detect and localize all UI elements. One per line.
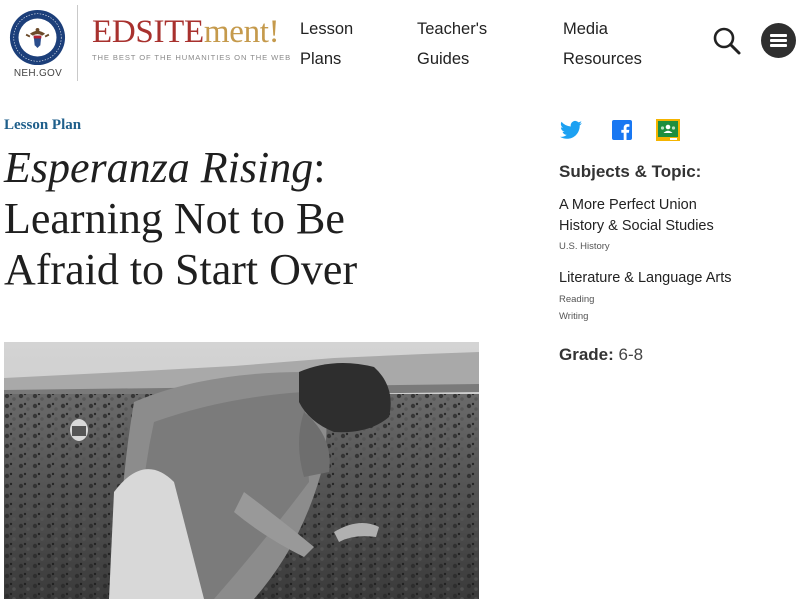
title-line-3: Afraid to Start Over	[4, 245, 358, 294]
topic-link-reading[interactable]: Reading	[559, 294, 594, 305]
topic-link-us-history[interactable]: U.S. History	[559, 241, 610, 252]
nav-teachers-guides-line1: Teacher's	[417, 20, 488, 38]
nav-lesson-plans[interactable]: Lesson Plans	[300, 14, 410, 74]
hamburger-menu-icon[interactable]	[761, 23, 796, 58]
hero-photo-farm-worker	[4, 342, 479, 599]
subject-link-history-social-studies[interactable]: History & Social Studies	[559, 218, 714, 234]
page-title: Esperanza Rising: Learning Not to Be Afrai…	[4, 142, 504, 295]
subjects-heading: Subjects & Topic:	[559, 162, 702, 181]
nav-media-resources-line1: Media	[563, 20, 608, 38]
nav-media-resources[interactable]: Media Resources	[563, 14, 673, 74]
brand-part-ment: ment!	[203, 14, 280, 50]
nav-teachers-guides-line2: Guides	[417, 50, 470, 68]
site-header: NEH.GOV EDSITEment! THE BEST OF THE HUMA…	[0, 0, 800, 84]
nav-lesson-plans-line1: Lesson	[300, 20, 354, 38]
facebook-icon[interactable]	[609, 118, 635, 142]
subject-link-perfect-union[interactable]: A More Perfect Union	[559, 197, 697, 213]
nav-lesson-plans-line2: Plans	[300, 50, 342, 68]
header-divider	[77, 5, 78, 81]
topic-link-writing[interactable]: Writing	[559, 311, 588, 322]
twitter-icon[interactable]	[558, 118, 584, 142]
nav-teachers-guides[interactable]: Teacher's Guides	[417, 14, 527, 74]
neh-seal-logo[interactable]	[9, 9, 66, 66]
subject-link-literature-language-arts[interactable]: Literature & Language Arts	[559, 270, 732, 286]
grade-level: Grade: 6-8	[559, 345, 643, 365]
search-icon[interactable]	[712, 26, 742, 56]
grade-label: Grade:	[559, 345, 614, 364]
agency-label[interactable]: NEH.GOV	[8, 68, 68, 79]
title-line-2: Learning Not to Be	[4, 194, 345, 243]
grade-value: 6-8	[618, 345, 644, 364]
brand-part-edsite: EDSITE	[92, 14, 204, 50]
title-book-name: Esperanza Rising	[4, 143, 314, 192]
content-type-label: Lesson Plan	[4, 117, 82, 133]
google-classroom-icon[interactable]	[655, 118, 681, 142]
edsitement-logo[interactable]: EDSITEment!	[92, 14, 280, 50]
title-colon: :	[313, 143, 326, 192]
nav-media-resources-line2: Resources	[563, 50, 642, 68]
site-tagline: THE BEST OF THE HUMANITIES ON THE WEB	[92, 53, 292, 62]
